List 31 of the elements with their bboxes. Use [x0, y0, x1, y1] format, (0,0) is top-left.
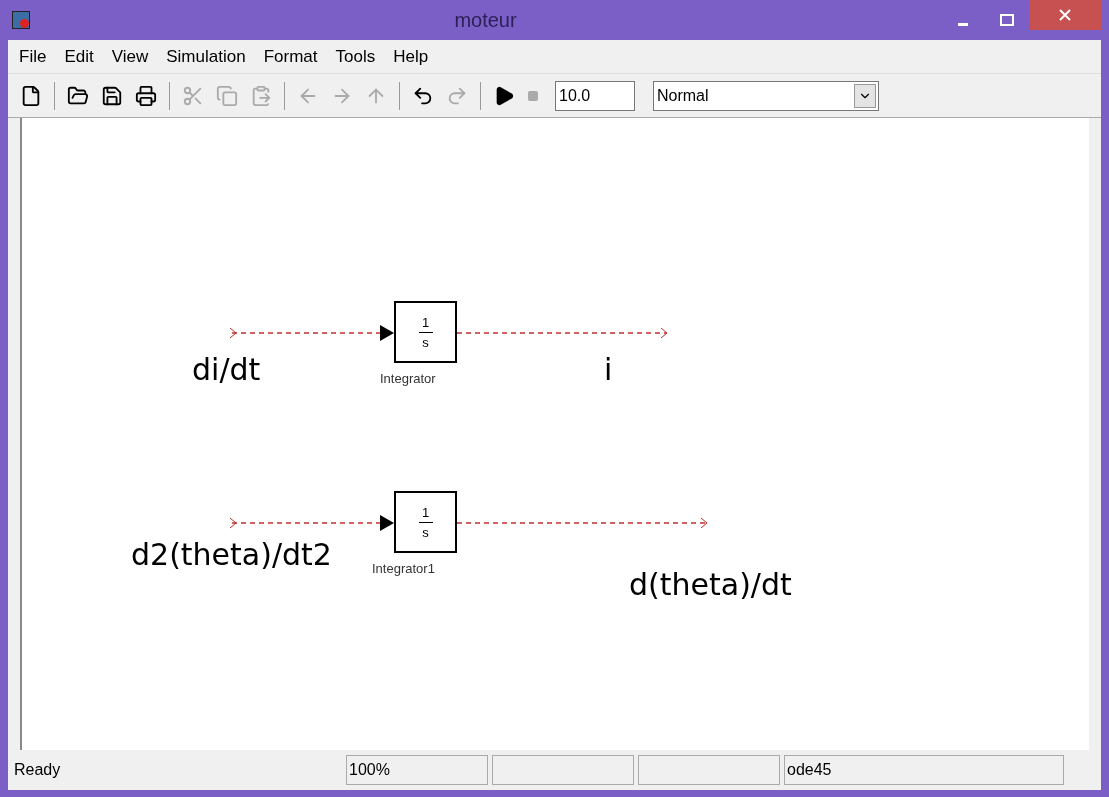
integrator-block[interactable]: 1 s — [394, 491, 457, 553]
denominator: s — [422, 525, 429, 539]
block-name: Integrator1 — [372, 560, 435, 578]
close-button[interactable] — [1029, 0, 1101, 30]
block-name: Integrator — [380, 370, 436, 388]
window-title: moteur — [454, 8, 517, 33]
folder-icon[interactable] — [67, 84, 89, 107]
signal-label: d2(theta)/dt2 — [131, 540, 332, 570]
printer-icon[interactable] — [135, 84, 157, 107]
signal-label: d(theta)/dt — [629, 570, 792, 600]
app-icon — [12, 11, 30, 29]
new-file-icon[interactable] — [20, 84, 42, 107]
zoom-level: 100% — [346, 755, 488, 785]
stop-time-field[interactable]: 10.0 — [555, 80, 635, 111]
menu-item[interactable]: Help — [385, 43, 437, 70]
integrator-block[interactable]: 1 s — [394, 301, 457, 363]
signal-label: i — [604, 355, 613, 385]
numerator: 1 — [421, 315, 430, 329]
menu-item[interactable]: File — [11, 43, 55, 70]
menu-item[interactable]: View — [103, 43, 157, 70]
close-icon — [1059, 9, 1071, 21]
menu-item[interactable]: Format — [255, 43, 326, 70]
denominator: s — [422, 335, 429, 349]
numerator: 1 — [421, 505, 430, 519]
mode-dropdown[interactable]: Normal — [653, 80, 879, 111]
solver-name: ode45 — [784, 755, 1064, 785]
menu-item[interactable]: Simulation — [158, 43, 254, 70]
menu-item[interactable]: Edit — [56, 43, 102, 70]
status-text: Ready — [13, 760, 62, 780]
menu-item[interactable]: Tools — [327, 43, 384, 70]
signal-label: di/dt — [192, 355, 261, 385]
